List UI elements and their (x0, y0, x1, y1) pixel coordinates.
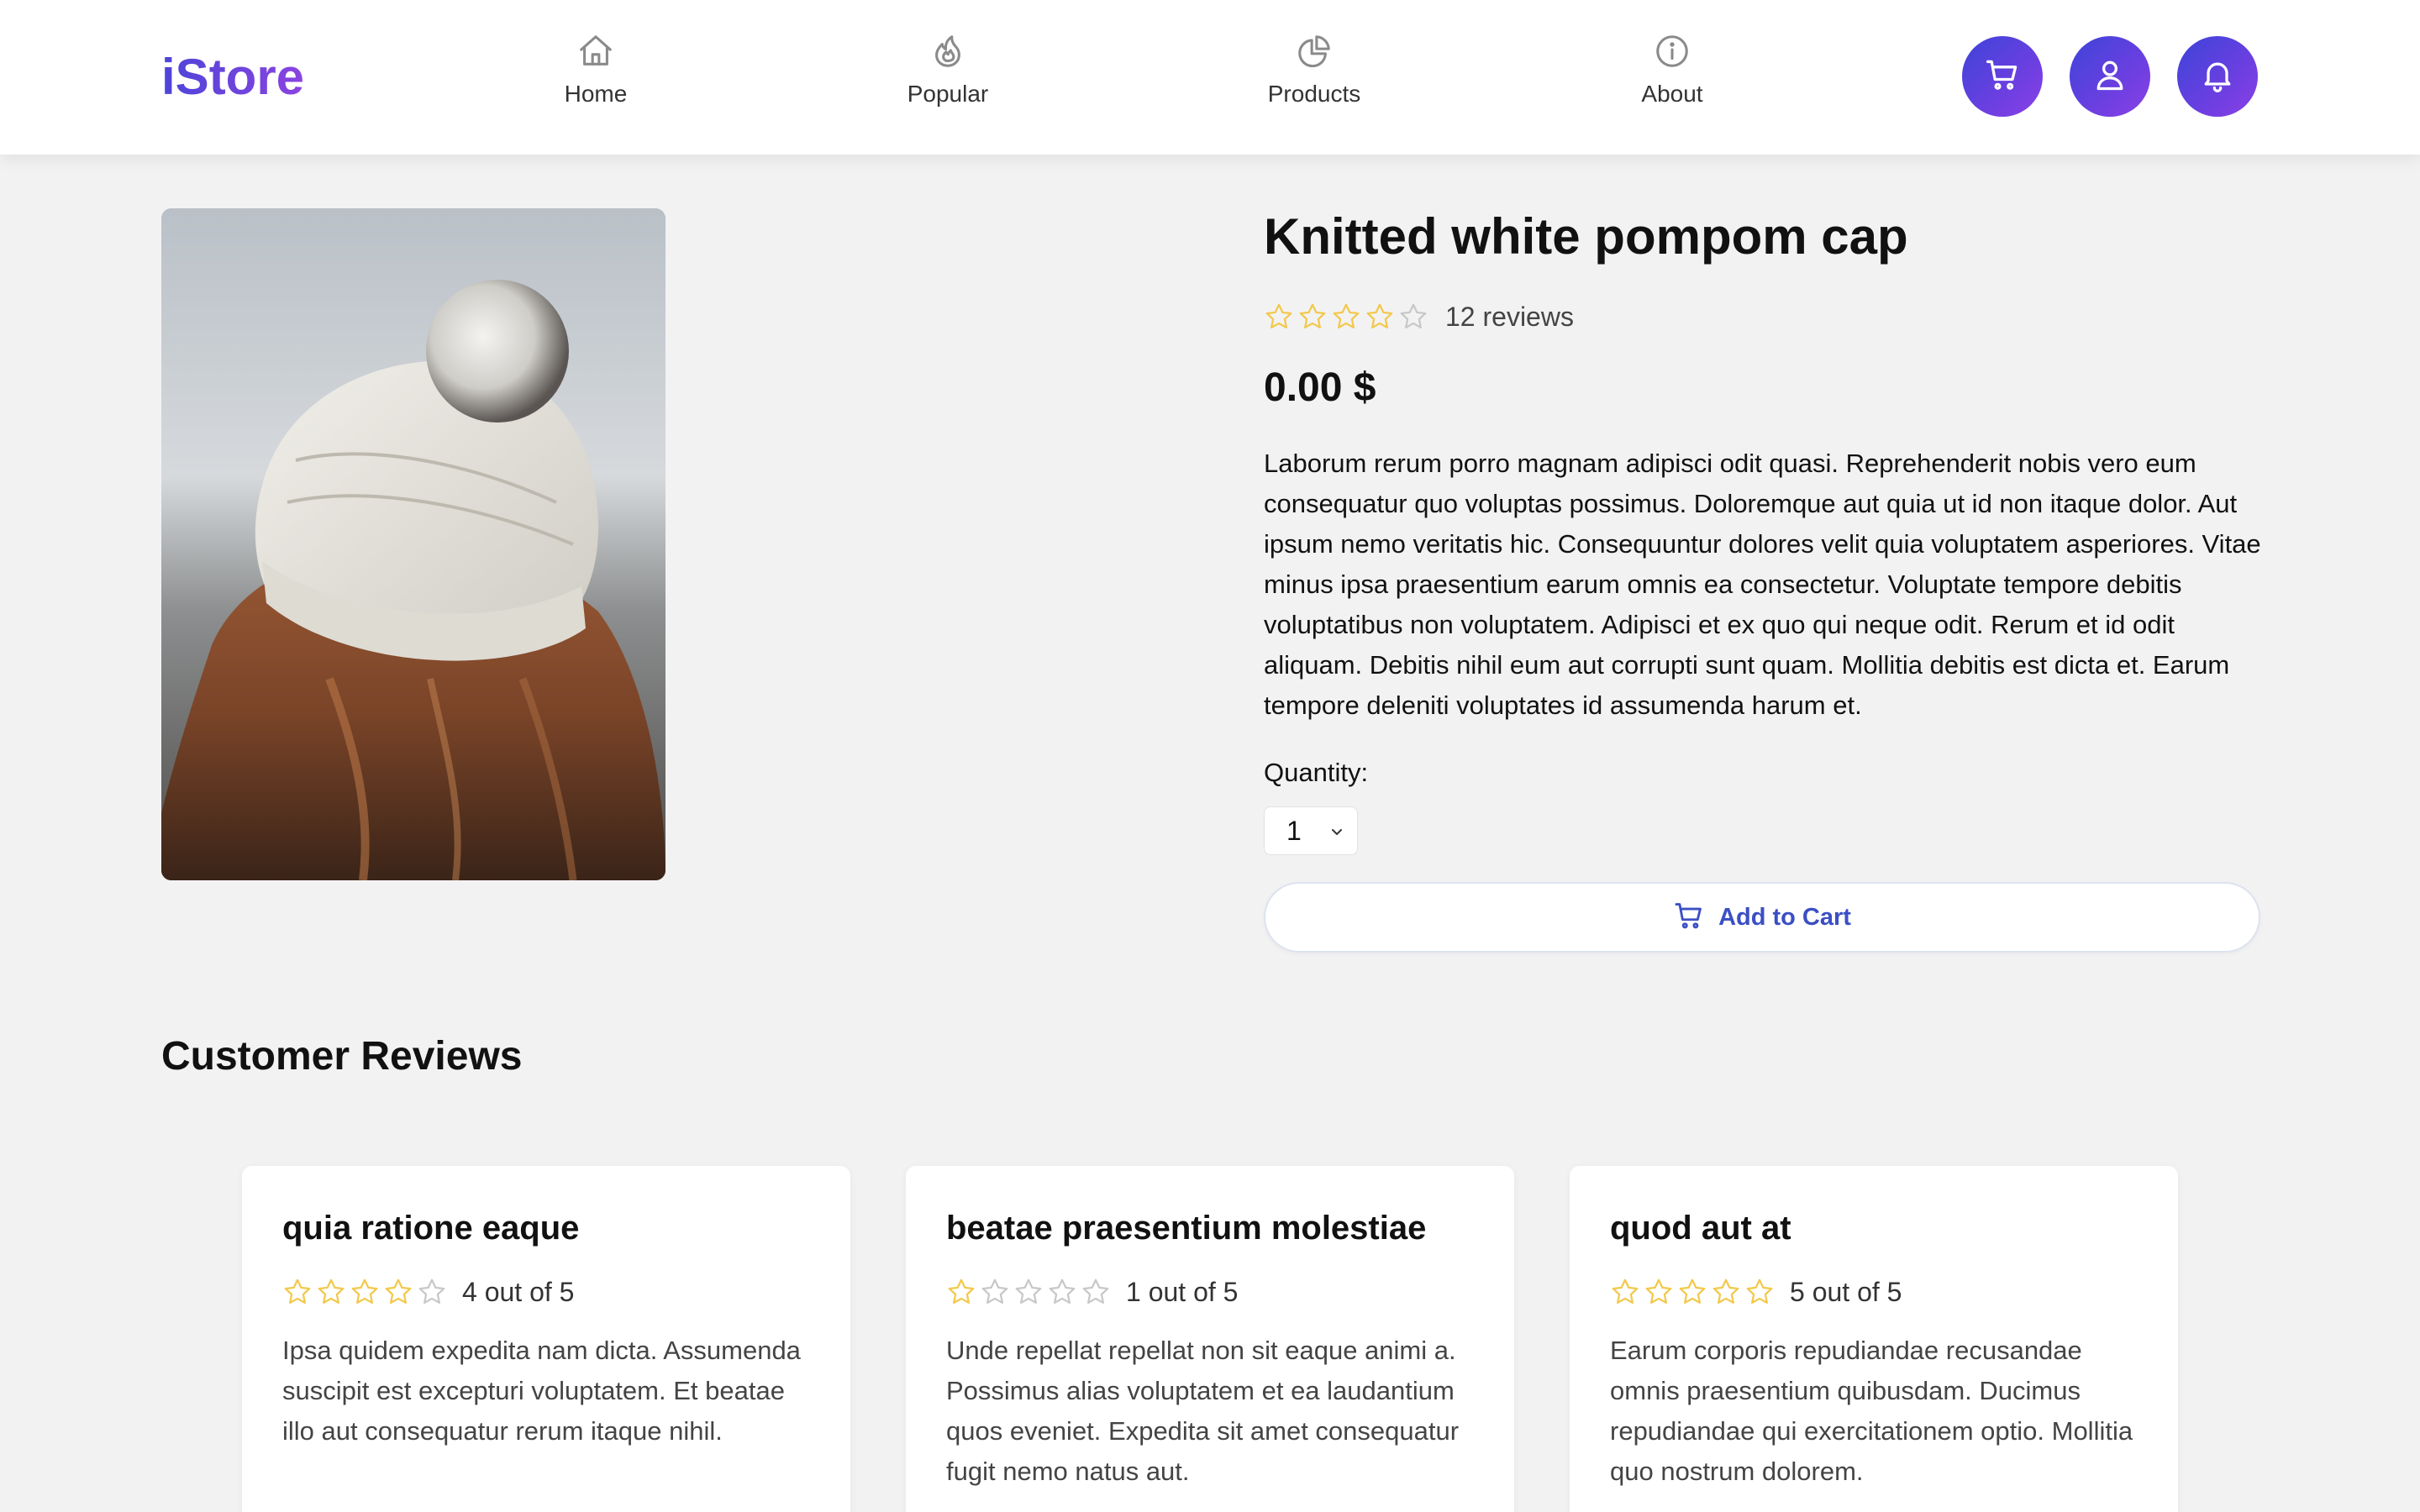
review-rating-stars (1610, 1277, 1775, 1307)
product-rating-stars (1264, 302, 1428, 332)
reviews-count-link[interactable]: 12 reviews (1445, 302, 1574, 333)
info-icon (1653, 32, 1691, 71)
review-body: Earum corporis repudiandae recusandae om… (1610, 1336, 2133, 1486)
star-empty-icon (1400, 303, 1427, 329)
review-rating-stars (282, 1277, 447, 1307)
user-icon (2091, 56, 2128, 97)
chevron-down-icon (1328, 823, 1345, 840)
star-filled-icon (1612, 1278, 1639, 1305)
notifications-button[interactable] (2177, 36, 2258, 117)
star-filled-icon (284, 1278, 311, 1305)
pie-chart-icon (1295, 32, 1334, 71)
star-filled-icon (1333, 303, 1360, 329)
quantity-value: 1 (1286, 815, 1302, 846)
review-body: Unde repellat repellat non sit eaque ani… (946, 1336, 1460, 1486)
review-rating: 1 out of 5 (946, 1275, 1474, 1309)
star-filled-icon (1299, 303, 1326, 329)
star-empty-icon (1049, 1278, 1076, 1305)
quantity-select[interactable]: 1 (1264, 806, 1358, 855)
star-filled-icon (1645, 1278, 1672, 1305)
nav-home-label: Home (564, 81, 628, 107)
review-rating-text: 5 out of 5 (1790, 1276, 1902, 1307)
star-filled-icon (1712, 1278, 1739, 1305)
star-empty-icon (981, 1278, 1008, 1305)
nav-about-label: About (1641, 81, 1703, 107)
product-rating: 12 reviews (1264, 297, 1574, 336)
review-title: quia ratione eaque (282, 1210, 580, 1247)
star-empty-icon (1082, 1278, 1109, 1305)
star-filled-icon (1265, 303, 1292, 329)
product-image (161, 208, 666, 880)
nav-products[interactable]: Products (1222, 32, 1407, 124)
home-icon (576, 32, 615, 71)
review-rating-text: 4 out of 5 (462, 1276, 575, 1307)
review-title: quod aut at (1610, 1210, 1791, 1247)
review-rating: 4 out of 5 (282, 1275, 810, 1309)
review-rating: 5 out of 5 (1610, 1275, 2138, 1309)
add-to-cart-label: Add to Cart (1718, 903, 1851, 931)
star-filled-icon (948, 1278, 975, 1305)
review-card: quia ratione eaque 4 out of 5 Ipsa quide… (242, 1166, 850, 1512)
review-card: quod aut at 5 out of 5 Earum corporis re… (1570, 1166, 2178, 1512)
cart-icon (1673, 900, 1718, 936)
product-description: Laborum rerum porro magnam adipisci odit… (1264, 449, 2261, 720)
star-empty-icon (418, 1278, 445, 1305)
product-title: Knitted white pompom cap (1264, 208, 1908, 265)
nav-popular[interactable]: Popular (855, 32, 1040, 124)
reviews-heading: Customer Reviews (161, 1034, 523, 1079)
star-empty-icon (1015, 1278, 1042, 1305)
review-card: beatae praesentium molestiae 1 out of 5 … (906, 1166, 1514, 1512)
cart-icon (1984, 56, 2021, 97)
account-button[interactable] (2070, 36, 2150, 117)
cart-button[interactable] (1962, 36, 2043, 117)
star-filled-icon (1746, 1278, 1773, 1305)
star-filled-icon (351, 1278, 378, 1305)
review-body: Ipsa quidem expedita nam dicta. Assumend… (282, 1336, 801, 1446)
add-to-cart-button[interactable]: Add to Cart (1264, 882, 2260, 953)
nav-home[interactable]: Home (503, 32, 688, 124)
star-filled-icon (1679, 1278, 1706, 1305)
nav-popular-label: Popular (907, 81, 989, 107)
top-navbar: iStore Home Popular Products About (0, 0, 2420, 155)
nav-about[interactable]: About (1580, 32, 1765, 124)
nav-products-label: Products (1267, 81, 1361, 107)
brand-logo[interactable]: iStore (161, 47, 304, 108)
bell-icon (2199, 56, 2236, 97)
star-filled-icon (318, 1278, 345, 1305)
review-rating-text: 1 out of 5 (1126, 1276, 1239, 1307)
review-title: beatae praesentium molestiae (946, 1210, 1427, 1247)
product-price: 0.00 $ (1264, 365, 1376, 410)
quantity-label: Quantity: (1264, 758, 1369, 787)
star-filled-icon (385, 1278, 412, 1305)
star-filled-icon (1366, 303, 1393, 329)
review-rating-stars (946, 1277, 1111, 1307)
flame-icon (929, 32, 967, 71)
